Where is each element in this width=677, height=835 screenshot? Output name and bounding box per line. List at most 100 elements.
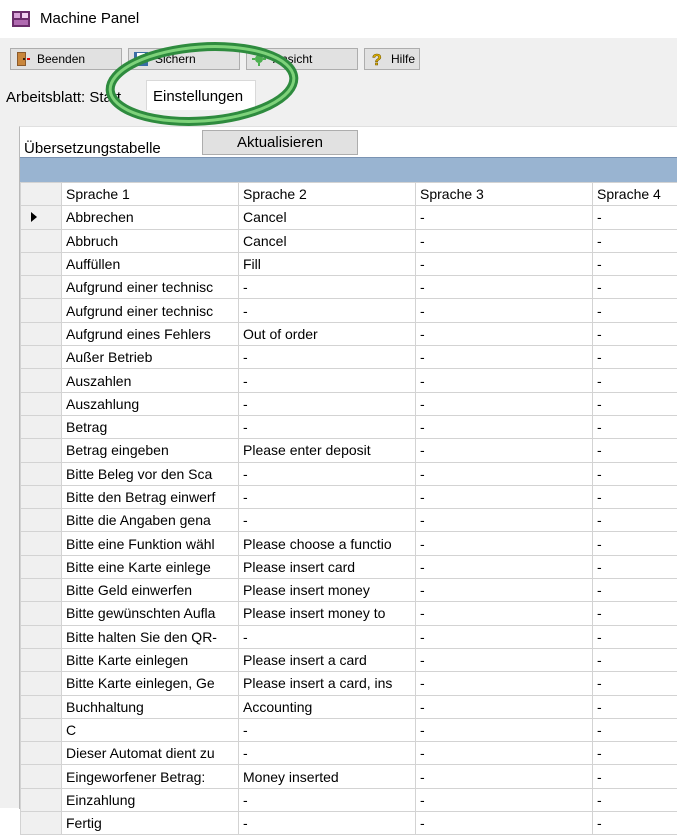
cell-sprache-1[interactable]: Bitte die Angaben gena: [62, 509, 239, 532]
table-row[interactable]: Bitte den Betrag einwerf---: [21, 485, 677, 508]
cell-sprache-1[interactable]: C: [62, 718, 239, 741]
cell-sprache-3[interactable]: -: [416, 439, 593, 462]
cell-sprache-4[interactable]: -: [593, 812, 677, 835]
cell-sprache-2[interactable]: -: [239, 299, 416, 322]
refresh-button[interactable]: Aktualisieren: [202, 130, 358, 155]
row-header-cell[interactable]: [21, 415, 62, 438]
cell-sprache-2[interactable]: Please insert a card: [239, 648, 416, 671]
row-header-cell[interactable]: [21, 485, 62, 508]
cell-sprache-4[interactable]: -: [593, 346, 677, 369]
row-header-cell[interactable]: [21, 439, 62, 462]
table-row[interactable]: Außer Betrieb---: [21, 346, 677, 369]
table-row[interactable]: Auszahlen---: [21, 369, 677, 392]
cell-sprache-3[interactable]: -: [416, 206, 593, 229]
row-header-cell[interactable]: [21, 812, 62, 835]
row-header-cell[interactable]: [21, 718, 62, 741]
cell-sprache-3[interactable]: -: [416, 788, 593, 811]
cell-sprache-1[interactable]: Bitte eine Funktion wähl: [62, 532, 239, 555]
cell-sprache-3[interactable]: -: [416, 252, 593, 275]
hilfe-button[interactable]: ? Hilfe: [364, 48, 420, 70]
table-row[interactable]: Bitte Karte einlegen, GePlease insert a …: [21, 672, 677, 695]
cell-sprache-3[interactable]: -: [416, 625, 593, 648]
table-row[interactable]: Dieser Automat dient zu---: [21, 742, 677, 765]
cell-sprache-2[interactable]: Please choose a functio: [239, 532, 416, 555]
beenden-button[interactable]: Beenden: [10, 48, 122, 70]
cell-sprache-3[interactable]: -: [416, 392, 593, 415]
cell-sprache-4[interactable]: -: [593, 788, 677, 811]
cell-sprache-3[interactable]: -: [416, 346, 593, 369]
cell-sprache-1[interactable]: Bitte Beleg vor den Sca: [62, 462, 239, 485]
cell-sprache-4[interactable]: -: [593, 555, 677, 578]
cell-sprache-3[interactable]: -: [416, 462, 593, 485]
cell-sprache-4[interactable]: -: [593, 695, 677, 718]
cell-sprache-4[interactable]: -: [593, 718, 677, 741]
table-row[interactable]: Aufgrund eines FehlersOut of order--: [21, 322, 677, 345]
cell-sprache-2[interactable]: Money inserted: [239, 765, 416, 788]
tab-arbeitsblatt-start[interactable]: Arbeitsblatt: Start: [6, 84, 127, 110]
cell-sprache-3[interactable]: -: [416, 765, 593, 788]
cell-sprache-2[interactable]: -: [239, 718, 416, 741]
cell-sprache-3[interactable]: -: [416, 415, 593, 438]
cell-sprache-4[interactable]: -: [593, 276, 677, 299]
cell-sprache-3[interactable]: -: [416, 579, 593, 602]
cell-sprache-1[interactable]: Aufgrund einer technisc: [62, 299, 239, 322]
tab-einstellungen[interactable]: Einstellungen: [146, 80, 256, 111]
cell-sprache-4[interactable]: -: [593, 648, 677, 671]
cell-sprache-3[interactable]: -: [416, 718, 593, 741]
row-header-cell[interactable]: [21, 765, 62, 788]
cell-sprache-2[interactable]: Cancel: [239, 206, 416, 229]
table-row[interactable]: Bitte Karte einlegenPlease insert a card…: [21, 648, 677, 671]
cell-sprache-1[interactable]: Bitte Karte einlegen: [62, 648, 239, 671]
cell-sprache-1[interactable]: Auszahlen: [62, 369, 239, 392]
row-header-cell[interactable]: [21, 672, 62, 695]
cell-sprache-3[interactable]: -: [416, 532, 593, 555]
table-row[interactable]: Bitte halten Sie den QR----: [21, 625, 677, 648]
row-header-cell[interactable]: [21, 579, 62, 602]
cell-sprache-4[interactable]: -: [593, 229, 677, 252]
row-header-cell[interactable]: [21, 229, 62, 252]
cell-sprache-2[interactable]: -: [239, 346, 416, 369]
table-row[interactable]: Bitte die Angaben gena---: [21, 509, 677, 532]
cell-sprache-4[interactable]: -: [593, 369, 677, 392]
cell-sprache-2[interactable]: -: [239, 392, 416, 415]
cell-sprache-4[interactable]: -: [593, 439, 677, 462]
cell-sprache-2[interactable]: -: [239, 812, 416, 835]
table-row[interactable]: Betrag eingebenPlease enter deposit--: [21, 439, 677, 462]
table-row[interactable]: Aufgrund einer technisc---: [21, 299, 677, 322]
table-row[interactable]: Bitte eine Karte einlegePlease insert ca…: [21, 555, 677, 578]
cell-sprache-1[interactable]: Fertig: [62, 812, 239, 835]
table-row[interactable]: AbbrechenCancel--: [21, 206, 677, 229]
cell-sprache-3[interactable]: -: [416, 369, 593, 392]
cell-sprache-4[interactable]: -: [593, 765, 677, 788]
column-header-sprache-1[interactable]: Sprache 1: [62, 183, 239, 206]
cell-sprache-3[interactable]: -: [416, 485, 593, 508]
cell-sprache-4[interactable]: -: [593, 509, 677, 532]
cell-sprache-2[interactable]: Please insert card: [239, 555, 416, 578]
table-row[interactable]: Bitte eine Funktion wählPlease choose a …: [21, 532, 677, 555]
row-header-cell[interactable]: [21, 532, 62, 555]
row-header-cell[interactable]: [21, 625, 62, 648]
cell-sprache-3[interactable]: -: [416, 322, 593, 345]
row-header-cell[interactable]: [21, 509, 62, 532]
cell-sprache-2[interactable]: Accounting: [239, 695, 416, 718]
cell-sprache-4[interactable]: -: [593, 532, 677, 555]
cell-sprache-4[interactable]: -: [593, 602, 677, 625]
cell-sprache-4[interactable]: -: [593, 392, 677, 415]
row-header-cell[interactable]: [21, 322, 62, 345]
cell-sprache-3[interactable]: -: [416, 555, 593, 578]
cell-sprache-2[interactable]: Fill: [239, 252, 416, 275]
row-header-cell[interactable]: [21, 462, 62, 485]
row-header-cell[interactable]: [21, 299, 62, 322]
cell-sprache-4[interactable]: -: [593, 742, 677, 765]
row-header-cell[interactable]: [21, 252, 62, 275]
row-header-cell[interactable]: [21, 346, 62, 369]
cell-sprache-4[interactable]: -: [593, 625, 677, 648]
cell-sprache-2[interactable]: Please insert money: [239, 579, 416, 602]
table-row[interactable]: Bitte Geld einwerfenPlease insert money-…: [21, 579, 677, 602]
cell-sprache-2[interactable]: Please insert money to: [239, 602, 416, 625]
cell-sprache-2[interactable]: -: [239, 415, 416, 438]
cell-sprache-2[interactable]: -: [239, 485, 416, 508]
cell-sprache-1[interactable]: Abbrechen: [62, 206, 239, 229]
cell-sprache-4[interactable]: -: [593, 579, 677, 602]
cell-sprache-2[interactable]: -: [239, 625, 416, 648]
